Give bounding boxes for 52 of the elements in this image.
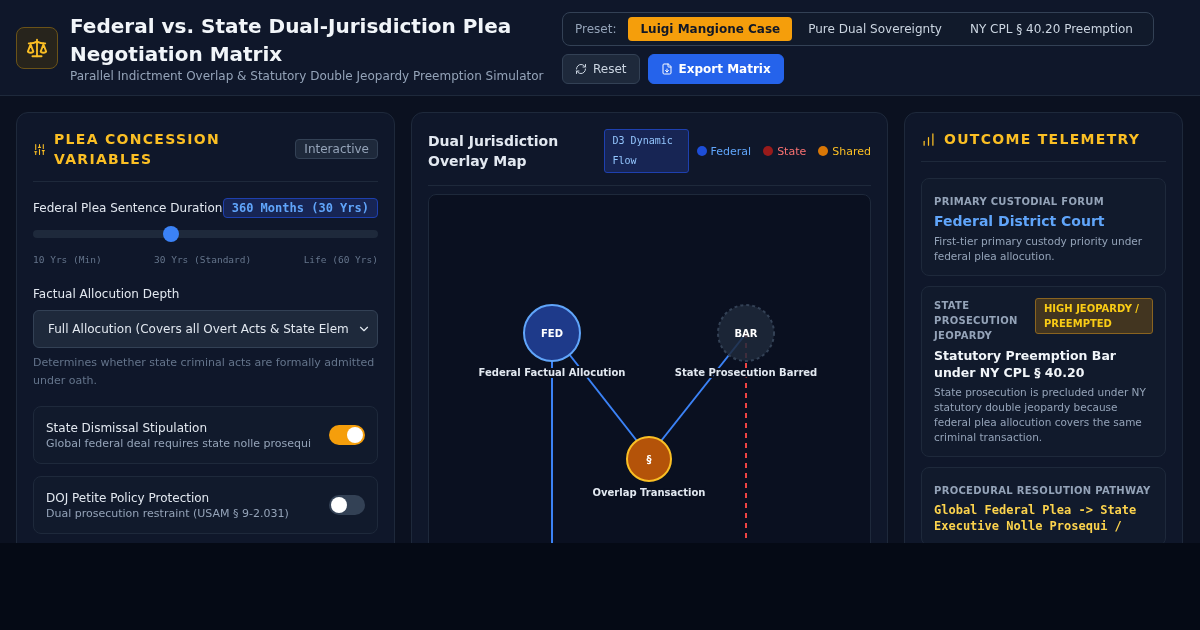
legend-label: Shared: [832, 144, 871, 158]
slider-thumb[interactable]: [163, 226, 179, 242]
panel-title: PLEA CONCESSION VARIABLES: [54, 130, 222, 169]
node-symbol: FED: [541, 328, 563, 339]
bar-chart-icon: [921, 131, 936, 147]
node-symbol: §: [646, 454, 652, 465]
jeopardy-tag: HIGH JEOPARDY / PREEMPTED: [1035, 298, 1153, 334]
page-subtitle: Parallel Indictment Overlap & Statutory Double Jeopardy Preemption Simulator: [70, 69, 545, 83]
scale-icon: [16, 27, 58, 69]
toggle-description: Global federal deal requires state nolle prosequi: [46, 436, 312, 450]
toggle-title: State Dismissal Stipulation: [46, 420, 208, 435]
card-description: State prosecution is precluded under NY statutory double jeopardy because federal plea allocution covers the same criminal transaction.: [934, 385, 1147, 445]
panel-title: Dual Jurisdiction Overlay Map: [428, 132, 560, 171]
flow-tag: D3 Dynamic Flow: [603, 129, 689, 173]
card-description: First-tier primary custody priority under federal plea allocution.: [934, 234, 1144, 264]
legend-label: State: [777, 144, 807, 158]
file-download-icon: [660, 63, 673, 75]
help-text: Determines whether state criminal acts are formally admitted under oath.: [33, 355, 376, 389]
toggle-switch[interactable]: [329, 425, 365, 445]
card-label: PROCEDURAL RESOLUTION PATHWAY: [934, 485, 1151, 496]
refresh-icon: [575, 63, 587, 75]
card-label: STATE PROSECUTION JEOPARDY: [934, 299, 1019, 343]
card-label: PRIMARY CUSTODIAL FORUM: [934, 196, 1104, 207]
toggle-description: Dual prosecution restraint (USAM § 9-2.031): [46, 506, 289, 520]
page-title: Federal vs. State Dual-Jurisdiction Plea Negotiation Matrix: [70, 13, 513, 68]
toggle-switch[interactable]: [329, 495, 365, 515]
card-value: Global Federal Plea -> State Executive Nolle Prosequi /: [934, 502, 1138, 534]
preset-label: Preset:: [575, 22, 617, 36]
map-node: [626, 436, 672, 482]
preset-button[interactable]: NY CPL § 40.20 Preemption: [957, 17, 1145, 41]
allocution-select[interactable]: Full Allocution (Covers all Overt Acts & State Elem: [33, 310, 378, 348]
slider-tick-label: 10 Yrs (Min): [33, 254, 102, 265]
preset-button[interactable]: Pure Dual Sovereignty: [796, 17, 954, 41]
card-value: Statutory Preemption Bar under NY CPL § 40.20: [934, 347, 1117, 381]
slider-tick-label: 30 Yrs (Standard): [154, 254, 252, 265]
interactive-tag: Interactive: [295, 139, 378, 159]
node-symbol: BAR: [734, 328, 758, 339]
export-button[interactable]: Export Matrix: [647, 54, 784, 84]
toggle-title: DOJ Petite Policy Protection: [46, 490, 211, 505]
map-node: [523, 304, 581, 362]
reset-button[interactable]: Reset: [562, 54, 640, 84]
preset-button[interactable]: Luigi Mangione Case: [628, 17, 793, 41]
legend-label: Federal: [710, 144, 752, 158]
card-value: Federal District Court: [934, 213, 1106, 230]
slider-tick-label: Life (60 Yrs): [303, 254, 378, 265]
panel-title: OUTCOME TELEMETRY: [944, 130, 1141, 149]
map-node: [717, 304, 775, 362]
slider-label: Federal Plea Sentence Duration: [33, 201, 223, 215]
select-label: Factual Allocution Depth: [33, 287, 180, 301]
sentence-reading: 360 Months (30 Yrs): [222, 198, 378, 218]
node-label: Overlap Transaction: [592, 487, 706, 498]
sliders-icon: [33, 142, 46, 156]
